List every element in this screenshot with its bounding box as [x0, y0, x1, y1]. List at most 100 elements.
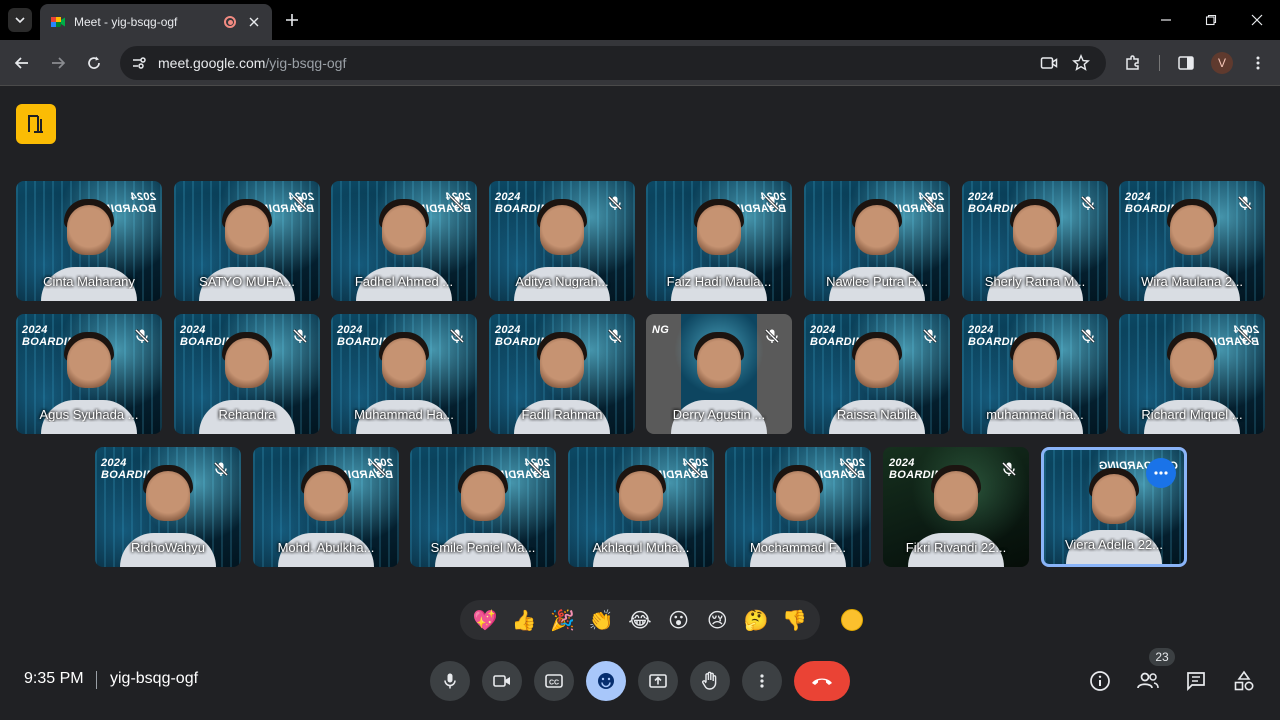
- participant-tile[interactable]: 2024 BOARDINGFadhel Ahmed ...: [331, 181, 477, 301]
- participant-tile[interactable]: 2024 BOARDING muhammad ha...: [962, 314, 1108, 434]
- tab-close-button[interactable]: [246, 14, 262, 30]
- tab-search-button[interactable]: [8, 8, 32, 32]
- reaction-sparkling-heart[interactable]: 💖: [469, 604, 501, 636]
- door-icon: [28, 115, 43, 133]
- participant-name: Mochammad F...: [749, 540, 847, 555]
- reaction-thumbs-up[interactable]: 👍: [508, 604, 540, 636]
- participant-name: Nawlee Putra R...: [826, 274, 928, 289]
- participant-tile[interactable]: 2024 BOARDING RidhoWahyu: [95, 447, 241, 567]
- activities-button[interactable]: [1228, 665, 1260, 697]
- people-button[interactable]: [1132, 665, 1164, 697]
- minimize-button[interactable]: [1156, 10, 1176, 30]
- camera-in-use-icon[interactable]: [1040, 54, 1058, 72]
- reaction-thinking[interactable]: 🤔: [740, 604, 772, 636]
- reaction-thumbs-down[interactable]: 👎: [779, 604, 811, 636]
- participant-name: Fadli Rahman: [521, 407, 603, 422]
- participant-tile[interactable]: ONBOARDING Viera Adella 22...: [1041, 447, 1187, 567]
- participant-tile[interactable]: 2024 BOARDINGFaiz Hadi Maula...: [646, 181, 792, 301]
- participant-name: Muhammad Ha...: [354, 407, 454, 422]
- camera-button[interactable]: [482, 661, 522, 701]
- raise-hand-button[interactable]: [690, 661, 730, 701]
- side-panel-button[interactable]: [1174, 51, 1198, 75]
- reaction-party-popper[interactable]: 🎉: [547, 604, 579, 636]
- address-bar[interactable]: meet.google.com/yig-bsqg-ogf: [120, 46, 1106, 80]
- participant-name: Wira Maulana 2...: [1141, 274, 1243, 289]
- more-options-button[interactable]: [742, 661, 782, 701]
- participant-tile[interactable]: 2024 BOARDINGSATYO MUHA...: [174, 181, 320, 301]
- restore-button[interactable]: [1201, 10, 1221, 30]
- participant-tile[interactable]: 2024 BOARDING Fikri Rivandi 22...: [883, 447, 1029, 567]
- participant-tile[interactable]: 2024 BOARDINGAkhlaqul Muha...: [568, 447, 714, 567]
- participant-name: Fikri Rivandi 22...: [905, 540, 1007, 555]
- extensions-button[interactable]: [1121, 51, 1145, 75]
- captions-button[interactable]: CC: [534, 661, 574, 701]
- participant-name: SATYO MUHA...: [199, 274, 295, 289]
- participant-video-face: [697, 205, 741, 255]
- new-tab-button[interactable]: [282, 10, 302, 30]
- participant-tile[interactable]: 2024 BOARDING Cinta Maharany: [16, 181, 162, 301]
- plus-icon: [286, 14, 298, 26]
- meeting-clock: 9:35 PM: [24, 670, 84, 687]
- participant-tile[interactable]: 2024 BOARDINGSmile Peniel Ma...: [410, 447, 556, 567]
- participant-video-face: [1013, 338, 1057, 388]
- tile-options-button[interactable]: [1146, 458, 1176, 488]
- participant-name: RidhoWahyu: [131, 540, 205, 555]
- participant-count-badge: 23: [1149, 648, 1175, 666]
- participant-video-face: [1092, 474, 1136, 524]
- mic-muted-icon: [922, 328, 938, 344]
- leave-call-button[interactable]: [794, 661, 850, 701]
- participant-tile[interactable]: 2024 BOARDING Aditya Nugrah...: [489, 181, 635, 301]
- participant-video-face: [67, 338, 111, 388]
- reaction-crying[interactable]: 😢: [701, 604, 733, 636]
- microphone-button[interactable]: [430, 661, 470, 701]
- participant-video-face: [225, 338, 269, 388]
- meeting-details-button[interactable]: [1084, 665, 1116, 697]
- profile-avatar[interactable]: V: [1211, 52, 1233, 74]
- participant-video-face: [304, 471, 348, 521]
- toolbar-separator: [1159, 55, 1160, 71]
- participant-name: Derry Agustin ...: [672, 407, 766, 422]
- participant-video-face: [382, 338, 426, 388]
- browser-menu-button[interactable]: [1246, 51, 1270, 75]
- participant-tile[interactable]: 2024 BOARDING Agus Syuhada ...: [16, 314, 162, 434]
- site-settings-icon[interactable]: [130, 54, 148, 72]
- participant-tile[interactable]: 2024 BOARDING Wira Maulana 2...: [1119, 181, 1265, 301]
- closed-captions-icon: CC: [545, 674, 563, 688]
- participant-name: Faiz Hadi Maula...: [666, 274, 772, 289]
- participant-tile[interactable]: 2024 BOARDINGNawlee Putra R...: [804, 181, 950, 301]
- participant-tile[interactable]: 2024 BOARDINGRichard Miquel ...: [1119, 314, 1265, 434]
- participant-tile[interactable]: 2024 BOARDING Muhammad Ha...: [331, 314, 477, 434]
- mic-muted-icon: [213, 461, 229, 477]
- reactions-button[interactable]: [586, 661, 626, 701]
- participant-name: Rehandra: [218, 407, 276, 422]
- reaction-laughing[interactable]: 😂: [624, 604, 656, 636]
- bookmark-star-icon[interactable]: [1072, 54, 1090, 72]
- participant-name: Agus Syuhada ...: [39, 407, 139, 422]
- participant-video-face: [934, 471, 978, 521]
- participant-name: Fadhel Ahmed ...: [354, 274, 454, 289]
- shapes-icon: [1234, 670, 1254, 691]
- chat-button[interactable]: [1180, 665, 1212, 697]
- mic-muted-icon: [1237, 328, 1253, 344]
- back-button[interactable]: [10, 51, 34, 75]
- mic-muted-icon: [607, 328, 623, 344]
- participant-tile[interactable]: 2024 BOARDING Fadli Rahman: [489, 314, 635, 434]
- meeting-details-logo[interactable]: [16, 104, 56, 144]
- skin-tone-selector[interactable]: [841, 609, 863, 631]
- participant-tile[interactable]: 2024 BOARDINGMochammad F...: [725, 447, 871, 567]
- participant-tile[interactable]: NG Derry Agustin ...: [646, 314, 792, 434]
- forward-button[interactable]: [46, 51, 70, 75]
- chevron-down-icon: [15, 17, 25, 24]
- mic-muted-icon: [371, 461, 387, 477]
- browser-tab-meet[interactable]: Meet - yig-bsqg-ogf: [40, 4, 272, 40]
- participant-tile[interactable]: 2024 BOARDING Rehandra: [174, 314, 320, 434]
- reload-button[interactable]: [82, 51, 106, 75]
- reaction-clapping[interactable]: 👏: [585, 604, 617, 636]
- participant-tile[interactable]: 2024 BOARDINGMohd. Abulkha...: [253, 447, 399, 567]
- participant-tile[interactable]: 2024 BOARDING Raissa Nabila: [804, 314, 950, 434]
- present-screen-button[interactable]: [638, 661, 678, 701]
- reaction-surprised[interactable]: 😮: [663, 604, 695, 636]
- close-window-button[interactable]: [1247, 10, 1267, 30]
- participant-tile[interactable]: 2024 BOARDING Sherly Ratna M...: [962, 181, 1108, 301]
- participant-name: Sherly Ratna M...: [984, 274, 1086, 289]
